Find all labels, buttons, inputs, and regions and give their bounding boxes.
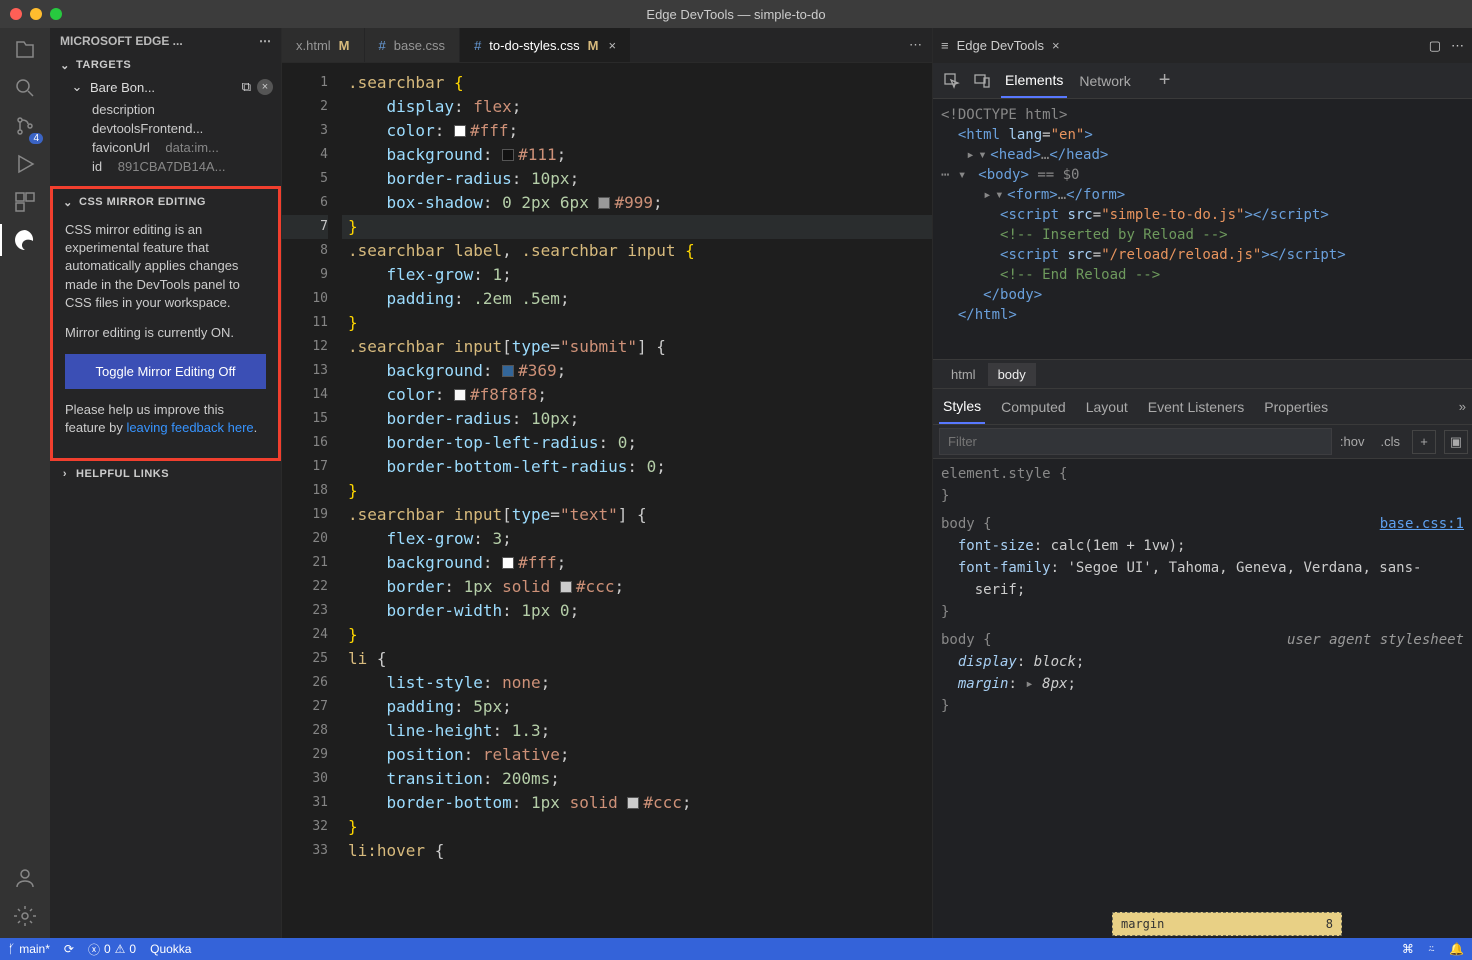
statusbar: ᚶ main* ⟳ ⓧ 0 ⚠ 0 Quokka ⌘ ⍨ 🔔 [0, 938, 1472, 960]
crumb-html[interactable]: html [941, 363, 986, 386]
box-model-margin: margin 8 [1112, 912, 1342, 936]
account-icon[interactable] [9, 862, 41, 894]
close-tab-icon[interactable]: × [608, 38, 616, 53]
crumb-body[interactable]: body [988, 363, 1036, 386]
window-controls[interactable] [10, 8, 62, 20]
run-debug-icon[interactable] [9, 148, 41, 180]
chevron-down-icon: ⌄ [70, 80, 84, 94]
window-title: Edge DevTools — simple-to-do [646, 7, 825, 22]
cls-button[interactable]: .cls [1373, 434, 1409, 449]
new-rule-icon[interactable]: + [1412, 430, 1436, 454]
hov-button[interactable]: :hov [1332, 434, 1373, 449]
filter-bar: :hov .cls + ▣ [933, 425, 1472, 459]
toggle-mirror-button[interactable]: Toggle Mirror Editing Off [65, 354, 266, 389]
target-item[interactable]: ⌄ Bare Bon... ⧉ × [50, 76, 281, 98]
chevron-right-icon: › [58, 467, 72, 481]
styles-rules[interactable]: element.style {} base.css:1 body { font-… [933, 459, 1472, 938]
section-targets[interactable]: ⌄ TARGETS [50, 54, 281, 76]
external-link-icon[interactable]: ⧉ [242, 79, 251, 95]
extensions-icon[interactable] [9, 186, 41, 218]
titlebar: Edge DevTools — simple-to-do [0, 0, 1472, 28]
maximize-window [50, 8, 62, 20]
edge-devtools-icon[interactable] [9, 224, 41, 256]
sidebar: MICROSOFT EDGE ... ⋯ ⌄ TARGETS ⌄ Bare Bo… [50, 28, 282, 938]
css-mirror-section: ⌄ CSS MIRROR EDITING CSS mirror editing … [50, 186, 281, 461]
computed-tab[interactable]: Computed [997, 391, 1070, 423]
split-icon[interactable]: ▢ [1429, 38, 1441, 54]
prop-id[interactable]: id 891CBA7DB14A... [90, 157, 281, 176]
chevron-down-icon: ⌄ [61, 195, 75, 209]
close-target-icon[interactable]: × [257, 79, 273, 95]
inspect-icon[interactable] [941, 70, 963, 92]
dom-tree[interactable]: <!DOCTYPE html> <html lang="en"> ▸▾<head… [933, 99, 1472, 359]
explorer-icon[interactable] [9, 34, 41, 66]
more-icon[interactable]: ⋯ [1451, 38, 1464, 54]
chevron-down-icon: ⌄ [58, 58, 72, 72]
more-icon[interactable]: ⋯ [259, 34, 271, 48]
editor-tabbar: x.htmlM #base.css #to-do-styles.cssM× ⋯ [282, 28, 932, 63]
copilot-icon[interactable]: ⌘ [1402, 942, 1414, 956]
close-panel-icon[interactable]: × [1052, 38, 1060, 53]
section-links[interactable]: › HELPFUL LINKS [50, 463, 281, 485]
styles-toolbar: Styles Computed Layout Event Listeners P… [933, 389, 1472, 425]
code-editor[interactable]: 1234567891011121314151617181920212223242… [282, 63, 932, 938]
elements-tab[interactable]: Elements [1001, 64, 1067, 98]
source-control-icon[interactable]: 4 [9, 110, 41, 142]
mirror-feedback: Please help us improve this feature by l… [53, 401, 278, 437]
properties-tab[interactable]: Properties [1260, 391, 1332, 423]
tab-xhtml[interactable]: x.htmlM [282, 28, 365, 62]
devtools-toolbar: Elements Network + [933, 63, 1472, 99]
css-file-icon: # [474, 38, 481, 53]
devtools-panel: ≡ Edge DevTools × ▢ ⋯ Elements Network +… [932, 28, 1472, 938]
mirror-description: CSS mirror editing is an experimental fe… [53, 213, 278, 342]
activitybar: 4 [0, 28, 50, 938]
styles-pane-icon[interactable]: ▣ [1444, 430, 1468, 454]
quokka-status[interactable]: Quokka [150, 942, 191, 956]
styles-more-icon[interactable]: » [1459, 399, 1466, 414]
layout-tab[interactable]: Layout [1082, 391, 1132, 423]
ua-label: user agent stylesheet [1287, 629, 1464, 651]
styles-filter-input[interactable] [939, 428, 1332, 455]
feedback-link[interactable]: leaving feedback here [126, 420, 253, 435]
target-tree: description devtoolsFrontend... faviconU… [50, 98, 281, 182]
breadcrumb: html body [933, 359, 1472, 389]
sync-icon[interactable]: ⟳ [64, 942, 74, 956]
source-link[interactable]: base.css:1 [1380, 513, 1464, 535]
feedback-icon[interactable]: ⍨ [1428, 942, 1435, 957]
network-tab[interactable]: Network [1075, 65, 1134, 97]
editor-group: x.htmlM #base.css #to-do-styles.cssM× ⋯ … [282, 28, 932, 938]
close-window [10, 8, 22, 20]
search-icon[interactable] [9, 72, 41, 104]
add-tab-icon[interactable]: + [1159, 69, 1171, 92]
prop-devtools[interactable]: devtoolsFrontend... [90, 119, 281, 138]
prop-description[interactable]: description [90, 100, 281, 119]
section-mirror[interactable]: ⌄ CSS MIRROR EDITING [53, 191, 278, 213]
bell-icon[interactable]: 🔔 [1449, 942, 1464, 956]
scm-badge: 4 [29, 133, 43, 144]
problems[interactable]: ⓧ 0 ⚠ 0 [88, 941, 136, 958]
devtools-title: Edge DevTools [957, 38, 1044, 53]
tab-todostyles[interactable]: #to-do-styles.cssM× [460, 28, 631, 62]
listeners-tab[interactable]: Event Listeners [1144, 391, 1249, 423]
settings-gear-icon[interactable] [9, 900, 41, 932]
devtools-tabbar: ≡ Edge DevTools × ▢ ⋯ [933, 28, 1472, 63]
git-branch[interactable]: ᚶ main* [8, 942, 50, 956]
device-icon[interactable] [971, 70, 993, 92]
tab-overflow-icon[interactable]: ⋯ [899, 28, 932, 62]
styles-tab[interactable]: Styles [939, 390, 985, 424]
css-file-icon: # [379, 38, 386, 53]
prop-favicon[interactable]: faviconUrl data:im... [90, 138, 281, 157]
minimize-window [30, 8, 42, 20]
tab-basecss[interactable]: #base.css [365, 28, 461, 62]
collapse-icon[interactable]: ≡ [941, 38, 949, 53]
sidebar-title: MICROSOFT EDGE ... [60, 34, 183, 48]
